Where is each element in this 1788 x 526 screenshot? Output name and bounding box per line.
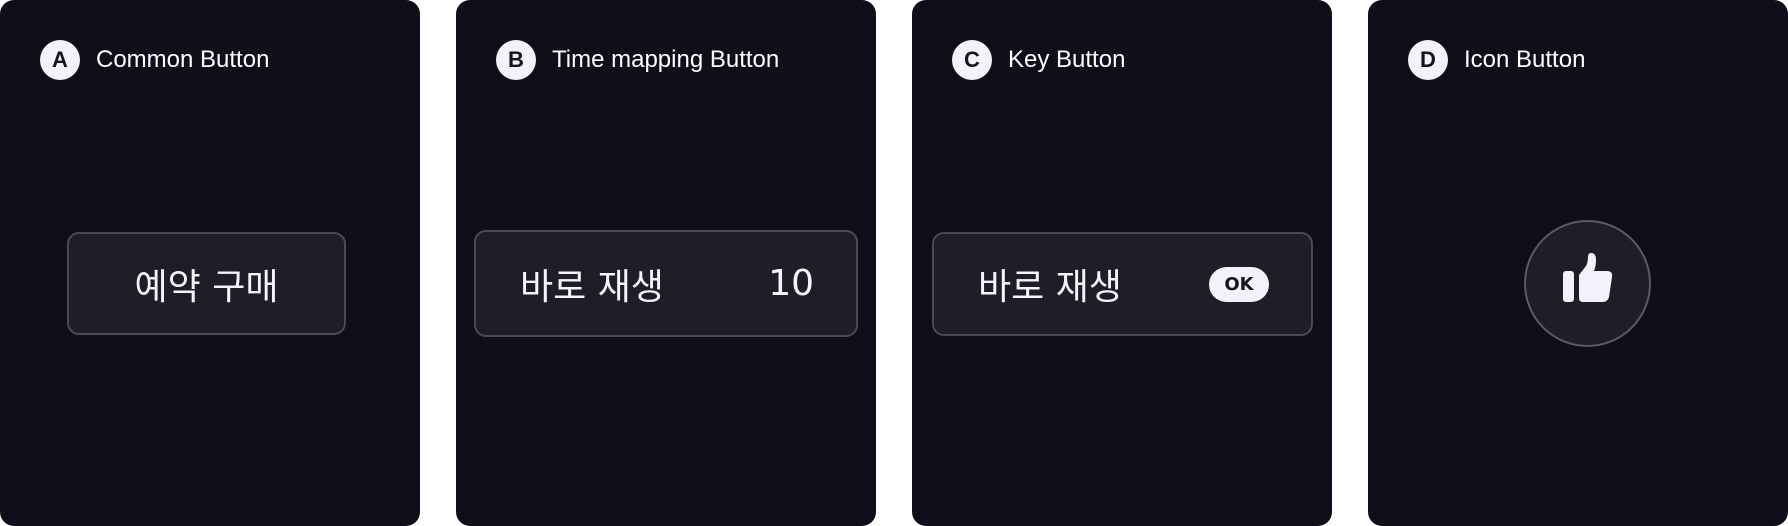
panel-key-button: C Key Button 바로 재생 OK [912, 0, 1332, 526]
button-label: 바로 재생 [978, 267, 1122, 308]
thumbs-up-icon [1560, 251, 1616, 316]
panel-header: B Time mapping Button [496, 40, 779, 80]
like-icon-button[interactable] [1524, 220, 1651, 347]
panel-badge: B [496, 40, 536, 80]
panel-title: Key Button [1008, 46, 1126, 73]
ok-key-badge: OK [1209, 266, 1269, 302]
panel-header: C Key Button [952, 40, 1125, 80]
panel-title: Common Button [96, 46, 270, 73]
play-now-key-button[interactable]: 바로 재생 OK [932, 232, 1313, 336]
panel-title: Icon Button [1464, 46, 1586, 73]
panel-header: D Icon Button [1408, 40, 1585, 80]
panel-common-button: A Common Button 예약 구매 [0, 0, 420, 526]
panel-title: Time mapping Button [552, 46, 780, 73]
reserve-purchase-button[interactable]: 예약 구매 [67, 232, 346, 335]
panel-icon-button: D Icon Button [1368, 0, 1788, 526]
button-label: 바로 재생 [520, 266, 664, 308]
panel-header: A Common Button [40, 40, 269, 80]
panel-badge: D [1408, 40, 1448, 80]
panel-badge: A [40, 40, 80, 80]
panel-badge: C [952, 40, 992, 80]
button-label: 예약 구매 [134, 266, 279, 308]
play-now-timer-button[interactable]: 바로 재생 10 [474, 230, 858, 337]
panel-time-mapping-button: B Time mapping Button 바로 재생 10 [456, 0, 876, 526]
timer-value: 10 [768, 263, 814, 304]
